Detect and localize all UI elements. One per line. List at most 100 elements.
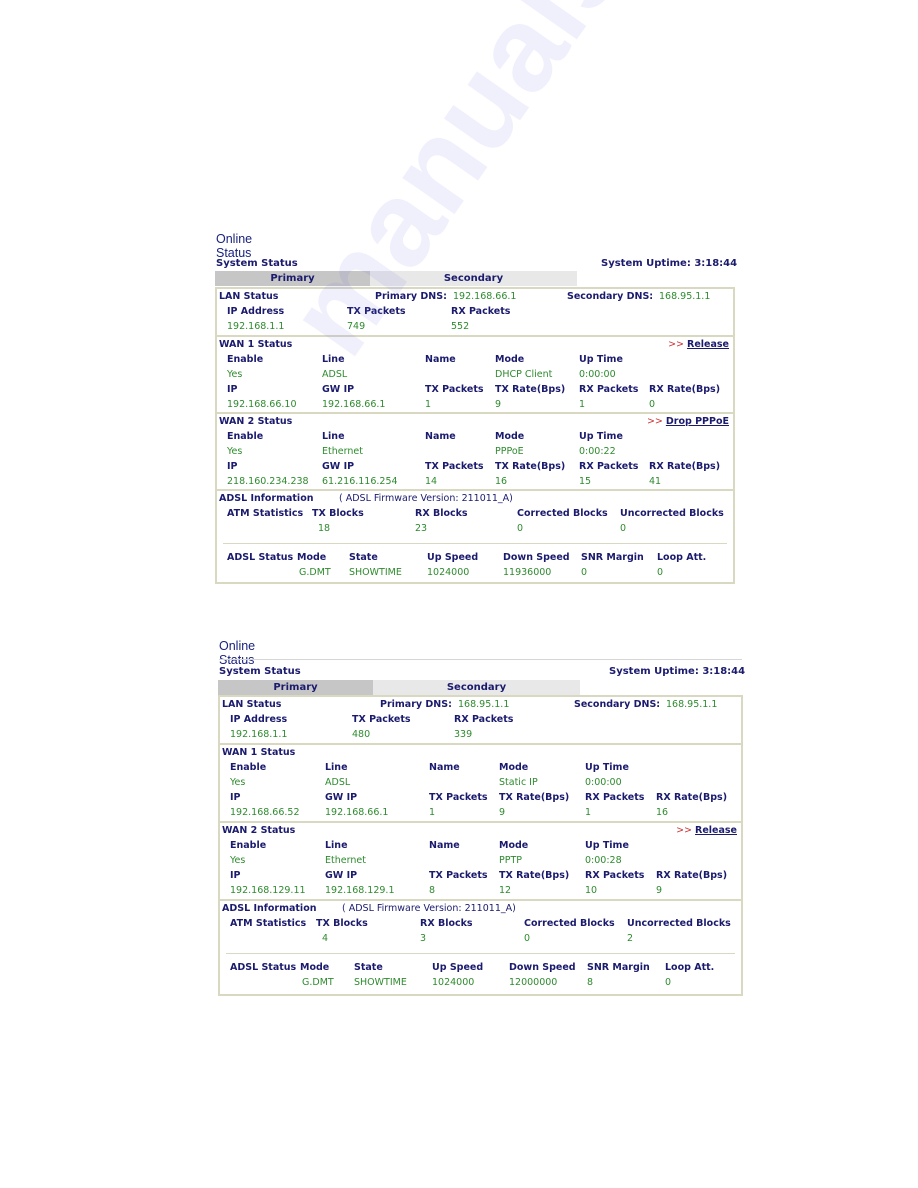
adsl-status-label: ADSL Status [227, 552, 294, 563]
system-uptime: System Uptime: 3:18:44 [609, 666, 745, 677]
lan-col-value: 749 [347, 321, 366, 332]
adsl-status-label: ADSL Status [230, 962, 297, 973]
adsl-status-value: 12000000 [509, 977, 558, 988]
wan2-header: GW IP [322, 461, 355, 472]
wan1-header: TX Rate(Bps) [499, 792, 570, 803]
wan2-action-link[interactable]: >> Release [676, 825, 737, 836]
wan1-status-label: WAN 1 Status [219, 339, 293, 350]
wan2-header: Name [425, 431, 456, 442]
tab-primary[interactable]: Primary [215, 271, 370, 286]
atm-value: 0 [620, 523, 627, 534]
system-status-label: System Status [216, 258, 298, 269]
atm-header: RX Blocks [420, 918, 473, 929]
atm-header: Uncorrected Blocks [620, 508, 724, 519]
wan1-value: 9 [495, 399, 502, 410]
wan2-header: RX Rate(Bps) [656, 870, 728, 881]
wan1-header: Mode [499, 762, 529, 773]
double-chevron-icon: >> [646, 416, 663, 427]
adsl-status-header: Loop Att. [665, 962, 715, 973]
system-status-label: System Status [219, 666, 301, 677]
wan1-header: Line [325, 762, 348, 773]
atm-statistics-label: ATM Statistics [227, 508, 304, 519]
wan2-header: RX Rate(Bps) [649, 461, 721, 472]
atm-header: Uncorrected Blocks [627, 918, 731, 929]
wan1-value: DHCP Client [495, 369, 553, 380]
wan1-value: 192.168.66.10 [227, 399, 297, 410]
wan1-header: Enable [227, 354, 264, 365]
atm-header: RX Blocks [415, 508, 468, 519]
tab-secondary[interactable]: Secondary [370, 271, 577, 286]
page-title: Online Status [216, 232, 253, 260]
secondary-dns-label: Secondary DNS: [567, 291, 654, 302]
lan-col-value: 192.168.1.1 [227, 321, 285, 332]
adsl-divider [226, 953, 735, 954]
wan1-value: 192.168.66.1 [322, 399, 386, 410]
wan2-value: 41 [649, 476, 662, 487]
wan1-header: RX Rate(Bps) [656, 792, 728, 803]
status-box: LAN Status Primary DNS: 168.95.1.1 Secondar… [218, 695, 743, 996]
adsl-information-label: ADSL Information [222, 903, 317, 914]
wan2-value: 61.216.116.254 [322, 476, 398, 487]
adsl-status-header: State [354, 962, 383, 973]
system-uptime-value: 3:18:44 [694, 258, 738, 269]
lan-col-header: RX Packets [454, 714, 514, 725]
system-uptime: System Uptime: 3:18:44 [601, 258, 737, 269]
wan2-header: Enable [227, 431, 264, 442]
tab-primary[interactable]: Primary [218, 680, 373, 695]
wan2-value: 14 [425, 476, 438, 487]
lan-col-value: 480 [352, 729, 371, 740]
wan2-action-link[interactable]: >> Drop PPPoE [647, 416, 729, 427]
wan1-value: 1 [579, 399, 586, 410]
wan1-value: Yes [227, 369, 243, 380]
wan1-action-link[interactable]: >> Release [668, 339, 729, 350]
atm-header: Corrected Blocks [524, 918, 615, 929]
adsl-status-value: 8 [587, 977, 594, 988]
wan2-header: Mode [499, 840, 529, 851]
adsl-status-header: Up Speed [432, 962, 484, 973]
wan1-status-label: WAN 1 Status [222, 747, 296, 758]
wan2-value: 9 [656, 885, 663, 896]
adsl-status-header: Down Speed [503, 552, 570, 563]
secondary-dns-label: Secondary DNS: [574, 699, 661, 710]
atm-value: 0 [524, 933, 531, 944]
wan2-status-label: WAN 2 Status [219, 416, 293, 427]
wan2-release-button[interactable]: Release [695, 825, 737, 836]
wan1-header: TX Packets [425, 384, 484, 395]
lan-col-value: 552 [451, 321, 470, 332]
wan2-status-label: WAN 2 Status [222, 825, 296, 836]
tab-secondary[interactable]: Secondary [373, 680, 580, 695]
wan1-value: 192.168.66.1 [325, 807, 389, 818]
wan2-header: TX Packets [429, 870, 488, 881]
adsl-firmware-version: ( ADSL Firmware Version: 211011_A) [342, 903, 516, 914]
wan1-value: 0 [649, 399, 656, 410]
wan2-header: Up Time [585, 840, 629, 851]
wan1-value: 9 [499, 807, 506, 818]
wan1-header: TX Rate(Bps) [495, 384, 566, 395]
adsl-information-section: ADSL Information ( ADSL Firmware Version:… [217, 491, 733, 584]
adsl-status-value: 0 [657, 567, 664, 578]
wan2-value: 0:00:22 [579, 446, 616, 457]
lan-col-header: TX Packets [352, 714, 411, 725]
wan1-release-button[interactable]: Release [687, 339, 729, 350]
adsl-information-section: ADSL Information ( ADSL Firmware Version:… [220, 901, 741, 996]
adsl-status-value: G.DMT [302, 977, 334, 988]
adsl-status-header: Loop Att. [657, 552, 707, 563]
wan2-value: 192.168.129.1 [325, 885, 395, 896]
wan1-header: RX Packets [579, 384, 639, 395]
adsl-firmware-version: ( ADSL Firmware Version: 211011_A) [339, 493, 513, 504]
wan1-header: IP [227, 384, 238, 395]
wan2-drop-pppoe-button[interactable]: Drop PPPoE [666, 416, 729, 427]
adsl-status-value: SHOWTIME [349, 567, 402, 578]
wan2-header: Name [429, 840, 460, 851]
status-box: LAN Status Primary DNS: 192.168.66.1 Second… [215, 287, 735, 584]
wan2-value: PPTP [499, 855, 522, 866]
wan2-value: Ethernet [322, 446, 363, 457]
lan-col-header: RX Packets [451, 306, 511, 317]
secondary-dns-value: 168.95.1.1 [659, 291, 711, 302]
wan1-value: 0:00:00 [585, 777, 622, 788]
wan1-value: 1 [585, 807, 592, 818]
primary-dns-value: 168.95.1.1 [458, 699, 510, 710]
atm-header: Corrected Blocks [517, 508, 608, 519]
wan2-value: 218.160.234.238 [227, 476, 309, 487]
wan2-value: Yes [227, 446, 243, 457]
